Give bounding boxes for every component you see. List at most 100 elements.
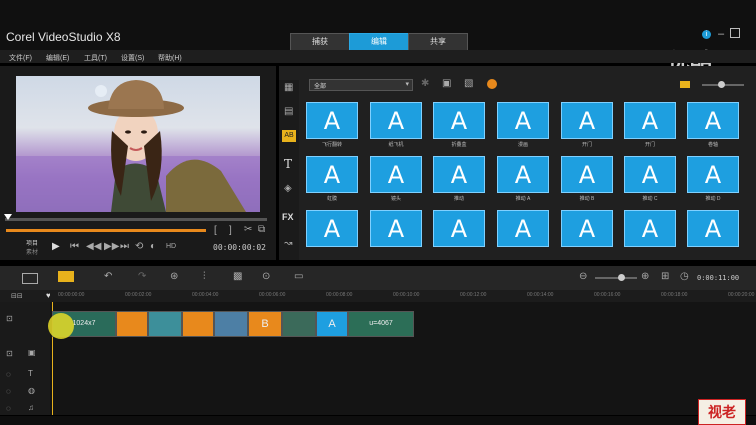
transition-tile[interactable]: A [433, 156, 485, 193]
transition-tile[interactable]: A [497, 210, 549, 247]
transition-tile[interactable]: A [433, 102, 485, 139]
scrubber-handle[interactable] [4, 214, 12, 220]
trim-range[interactable] [6, 229, 206, 232]
transition-tile[interactable]: A [561, 210, 613, 247]
transition-tile[interactable]: A [687, 102, 739, 139]
zoom-out-icon[interactable]: ⊖ [579, 271, 587, 282]
title-track-lock-icon[interactable]: ◌ [6, 370, 11, 379]
transition-tile[interactable]: A [497, 102, 549, 139]
title-icon[interactable]: T [284, 157, 292, 171]
subtitle-editor-icon[interactable]: ▭ [294, 271, 303, 282]
transition-tile[interactable]: A [624, 102, 676, 139]
timeline-clip[interactable] [182, 311, 214, 337]
voice-track-icon[interactable]: ◍ [28, 386, 35, 395]
default-transition-icon[interactable] [487, 79, 497, 89]
transition-tile[interactable]: A [433, 210, 485, 247]
transition-tile[interactable]: A [687, 156, 739, 193]
chevron-down-icon: ▾ [405, 81, 409, 88]
transition-tile[interactable]: A [306, 156, 358, 193]
menu-help[interactable]: 帮助(H) [158, 53, 182, 63]
tab-capture[interactable]: 捕获 [290, 33, 350, 51]
instant-project-icon[interactable]: ▤ [284, 106, 293, 117]
transition-tile[interactable]: A [624, 156, 676, 193]
timeline-view-icon[interactable] [58, 271, 74, 282]
app-title: Corel VideoStudio X8 [6, 30, 121, 44]
timeline-clip[interactable] [282, 311, 316, 337]
clip-label[interactable]: 素材 [26, 247, 38, 256]
zoom-slider[interactable] [595, 277, 637, 279]
go-to-start-icon[interactable]: ⏮ [70, 241, 79, 252]
transition-tile[interactable]: A [561, 156, 613, 193]
enlarge-icon[interactable]: ⧉ [258, 224, 265, 235]
mark-in-icon[interactable]: [ [214, 225, 217, 236]
transition-tile[interactable]: A [306, 210, 358, 247]
play-icon[interactable]: ▶ [52, 241, 60, 252]
transition-icon[interactable]: AB [282, 130, 296, 142]
menu-settings[interactable]: 设置(S) [121, 53, 144, 63]
voice-track-lock-icon[interactable]: ◌ [6, 387, 11, 396]
repeat-icon[interactable]: ⟲ [135, 241, 143, 252]
timeline-ruler[interactable]: 00:00:00:00 00:00:02:00 00:00:04:00 00:00:0… [50, 290, 756, 302]
transition-tile[interactable]: A [370, 156, 422, 193]
tab-share[interactable]: 共享 [408, 33, 468, 51]
apply-to-all-icon[interactable]: ▣ [442, 78, 451, 89]
media-icon[interactable]: ▦ [284, 82, 293, 93]
path-icon[interactable]: ↝ [284, 238, 292, 249]
split-clip-icon[interactable]: ✂ [244, 224, 252, 235]
previous-frame-icon[interactable]: ◀◀ [86, 241, 101, 252]
redo-icon[interactable]: ↷ [138, 271, 146, 282]
title-track-icon[interactable]: T [28, 369, 33, 378]
fit-project-icon[interactable]: ⊞ [661, 271, 669, 282]
record-capture-icon[interactable]: ⊛ [170, 271, 178, 282]
mark-out-icon[interactable]: ] [229, 225, 232, 236]
transition-tile[interactable]: A [624, 210, 676, 247]
undo-icon[interactable]: ↶ [104, 271, 112, 282]
timeline-clip[interactable] [116, 311, 148, 337]
transition-tile[interactable]: A [561, 102, 613, 139]
motion-tracking-icon[interactable]: ⊙ [262, 271, 270, 282]
random-icon[interactable]: ▧ [464, 78, 473, 89]
tab-edit[interactable]: 编辑 [349, 33, 409, 51]
watermark-stamp: 视老 [698, 399, 746, 425]
graphics-icon[interactable]: ◈ [284, 183, 292, 194]
help-icon[interactable]: i [702, 30, 711, 39]
transition-tile[interactable]: A [370, 210, 422, 247]
timeline-clip[interactable] [148, 311, 182, 337]
music-track-lock-icon[interactable]: ◌ [6, 404, 11, 413]
auto-music-icon[interactable]: ▩ [233, 271, 242, 282]
timeline-clip[interactable] [214, 311, 248, 337]
project-label[interactable]: 项目 [26, 238, 38, 247]
transition-tile[interactable]: A [687, 210, 739, 247]
overlay-track-toggle-icon[interactable]: ▣ [28, 348, 36, 357]
menu-tools[interactable]: 工具(T) [84, 53, 107, 63]
storyboard-view-icon[interactable] [22, 273, 38, 284]
music-track-icon[interactable]: ♫ [28, 403, 34, 412]
timecode-display[interactable]: 00:00:00:02 [213, 243, 266, 252]
timeline-clip[interactable]: A [316, 311, 348, 337]
transition-tile[interactable]: A [497, 156, 549, 193]
filter-icon[interactable]: FX [282, 212, 294, 222]
zoom-knob[interactable] [618, 274, 625, 281]
timeline-clip[interactable]: u=4067 [348, 311, 414, 337]
go-to-end-icon[interactable]: ⏭ [120, 241, 129, 252]
slider-knob[interactable] [718, 81, 725, 88]
view-toggle-icon[interactable] [680, 81, 690, 88]
track-manager-icon[interactable]: ⊟⊟ [11, 292, 23, 300]
next-frame-icon[interactable]: ▶▶ [104, 241, 119, 252]
zoom-in-icon[interactable]: ⊕ [641, 271, 649, 282]
overlay-track-icon[interactable]: ⊡ [6, 349, 13, 358]
volume-icon[interactable]: ◐ [150, 241, 156, 252]
maximize-icon[interactable] [730, 28, 740, 38]
timeline-clip[interactable]: B [248, 311, 282, 337]
menu-file[interactable]: 文件(F) [9, 53, 32, 63]
menu-edit[interactable]: 编辑(E) [46, 53, 69, 63]
category-dropdown[interactable]: 全部 ▾ [309, 79, 413, 91]
sound-mixer-icon[interactable]: ⫶ [203, 271, 206, 282]
transition-tile[interactable]: A [306, 102, 358, 139]
minimize-icon[interactable]: – [718, 28, 724, 40]
scrub-bar[interactable] [5, 218, 267, 221]
transition-tile[interactable]: A [370, 102, 422, 139]
hd-label[interactable]: HD [166, 243, 176, 250]
add-to-favorites-icon[interactable]: ✱ [421, 78, 429, 89]
video-track-icon[interactable]: ⊡ [6, 314, 13, 323]
